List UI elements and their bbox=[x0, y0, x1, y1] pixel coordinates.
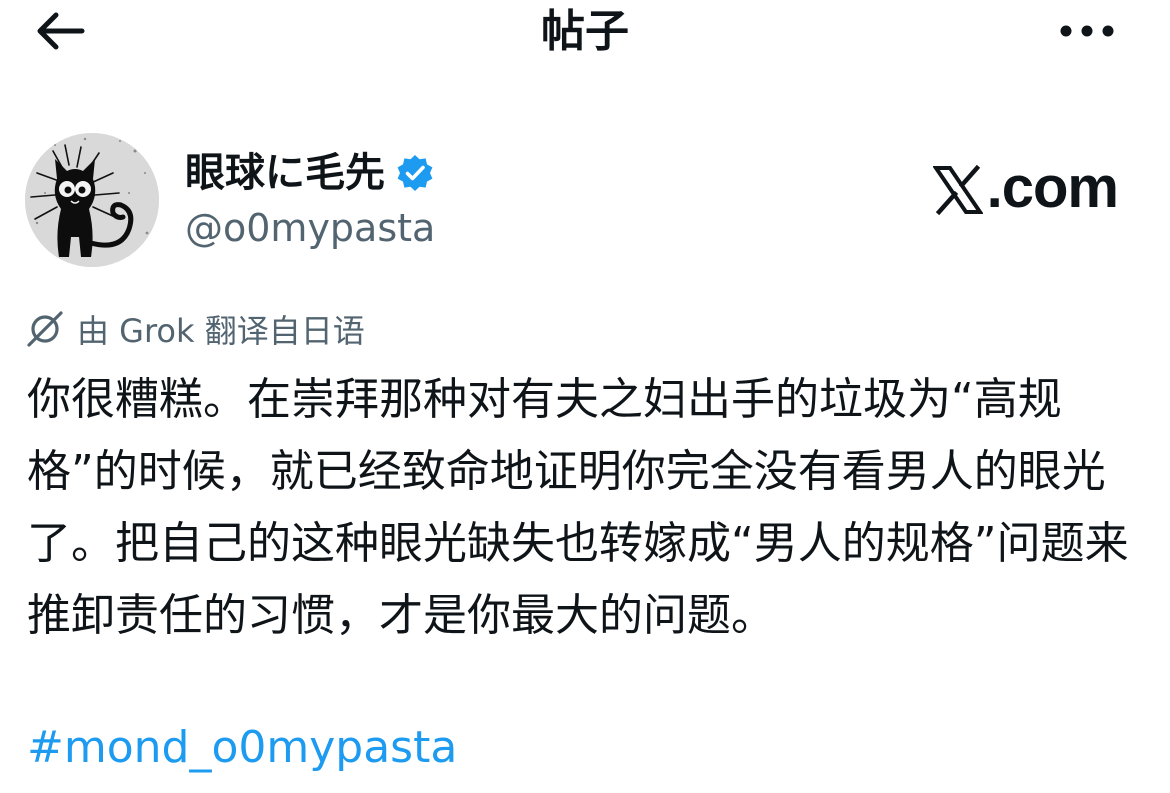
display-name-row[interactable]: 眼球に毛先 bbox=[185, 145, 435, 201]
post-text: 你很糟糕。在崇拜那种对有夫之妇出手的垃圾为“高规格”的时候，就已经致命地证明你完… bbox=[27, 374, 1129, 641]
x-com-watermark: .com bbox=[931, 154, 1119, 220]
hashtag-link[interactable]: #mond_o0mypasta bbox=[27, 712, 457, 784]
back-button[interactable] bbox=[30, 8, 90, 58]
x-logo-icon bbox=[931, 162, 984, 216]
post-author: 眼球に毛先 @o0mypasta .com bbox=[0, 125, 1170, 275]
verified-badge-icon bbox=[395, 153, 435, 193]
watermark-text: .com bbox=[986, 154, 1119, 220]
more-horizontal-icon bbox=[1059, 23, 1115, 42]
black-cat-avatar bbox=[25, 133, 159, 267]
translation-label: 由 Grok 翻译自日语 bbox=[77, 312, 365, 350]
grok-icon bbox=[25, 309, 65, 349]
user-handle[interactable]: @o0mypasta bbox=[185, 203, 435, 253]
arrow-left-icon bbox=[34, 11, 86, 55]
more-options-button[interactable] bbox=[1052, 10, 1122, 54]
avatar[interactable] bbox=[25, 133, 159, 267]
top-bar: 帖子 bbox=[0, 0, 1170, 70]
page-title: 帖子 bbox=[541, 6, 629, 57]
grok-translation-note[interactable]: 由 Grok 翻译自日语 bbox=[25, 306, 365, 352]
display-name: 眼球に毛先 bbox=[185, 150, 385, 196]
